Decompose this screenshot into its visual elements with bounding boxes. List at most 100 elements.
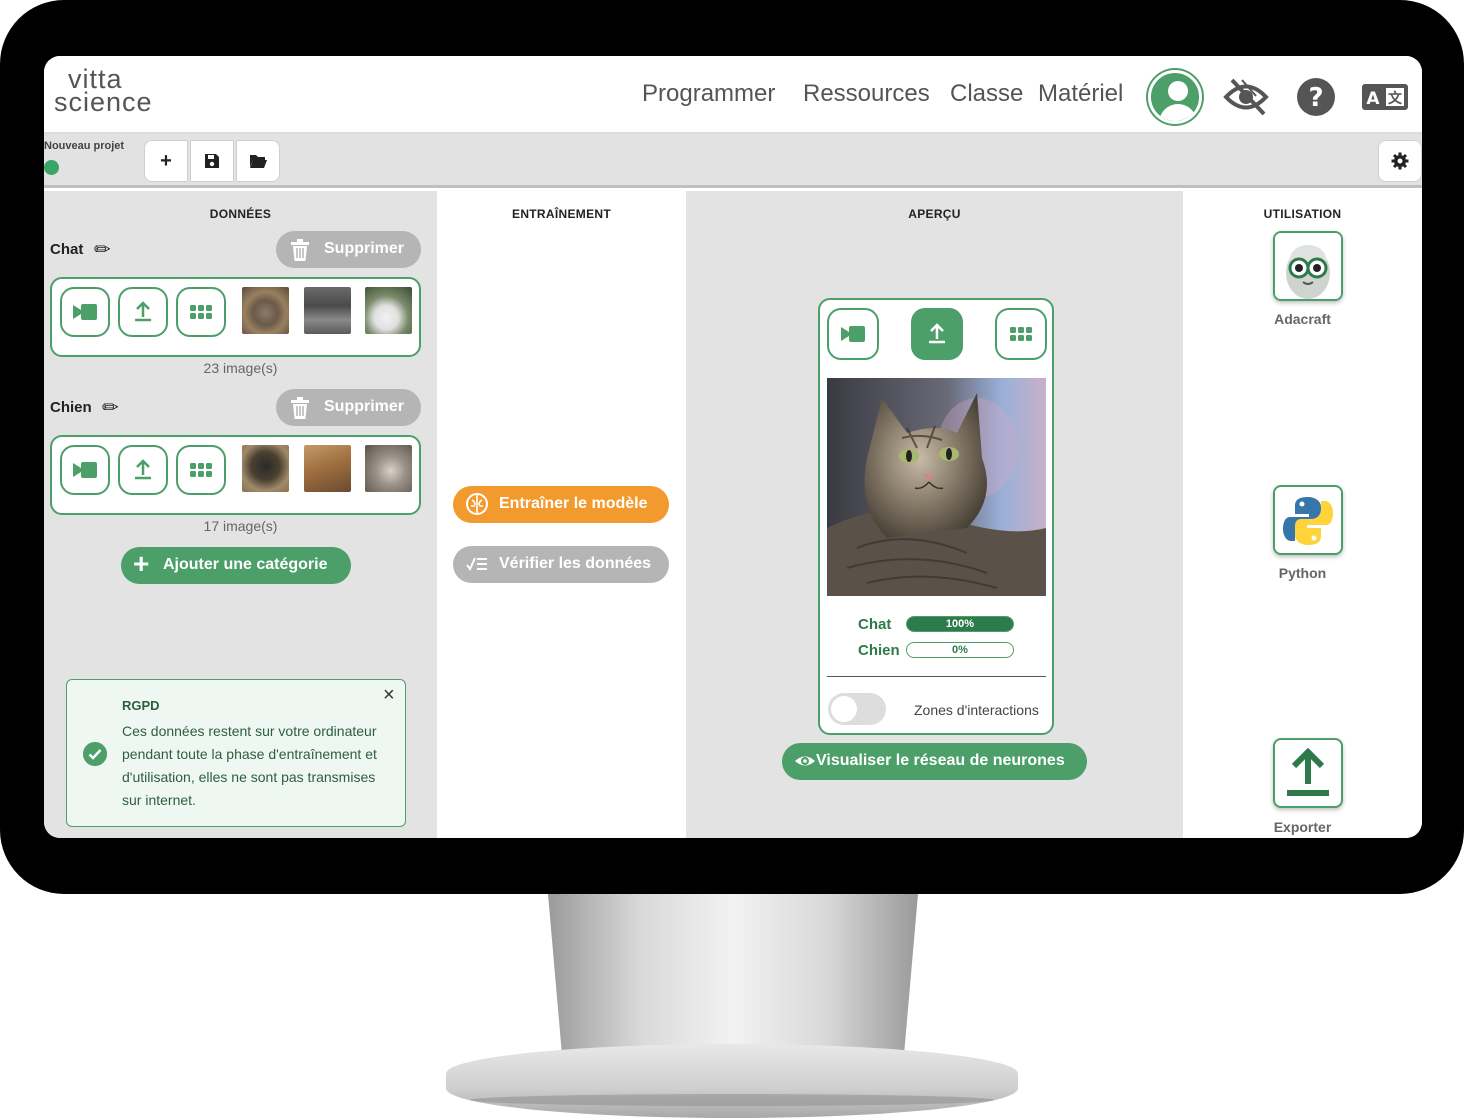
- divider: [827, 676, 1046, 677]
- close-icon[interactable]: ×: [383, 684, 395, 707]
- eye-icon: [795, 756, 815, 766]
- trash-icon: [291, 239, 309, 261]
- preview-gallery-button[interactable]: [995, 308, 1047, 360]
- webcam-icon: [73, 304, 97, 320]
- category-image-box: [50, 277, 421, 357]
- preview-card: Chat 100% Chien 0% Zones d'interactions: [818, 298, 1054, 735]
- preview-cat-image: [827, 378, 1046, 596]
- add-category-button[interactable]: + Ajouter une catégorie: [121, 547, 351, 584]
- vittascience-logo[interactable]: vitta science: [54, 66, 174, 124]
- category-image-box: [50, 435, 421, 515]
- monitor-stand-base: [446, 1044, 1018, 1118]
- interaction-zones-toggle[interactable]: [828, 693, 886, 725]
- settings-button[interactable]: [1378, 140, 1422, 182]
- cat-thumbnail[interactable]: [365, 287, 412, 334]
- train-model-label: Entraîner le modèle: [499, 495, 648, 512]
- translate-icon[interactable]: A 文: [1360, 76, 1408, 118]
- help-icon[interactable]: ?: [1292, 76, 1340, 118]
- edit-pencil-icon[interactable]: ✏: [94, 237, 111, 262]
- cat-thumbnail[interactable]: [242, 287, 289, 334]
- gallery-grid-button[interactable]: [176, 287, 226, 337]
- adacraft-button[interactable]: [1273, 231, 1343, 301]
- prediction-percent-chien: 0%: [952, 644, 968, 656]
- dog-thumbnail[interactable]: [304, 445, 351, 492]
- prediction-percent-chat: 100%: [945, 618, 975, 630]
- python-label: Python: [1278, 565, 1327, 581]
- project-toolbar: Nouveau projet +: [44, 134, 1422, 188]
- python-button[interactable]: [1273, 485, 1343, 555]
- grid-icon: [1010, 327, 1032, 341]
- dog-thumbnail[interactable]: [365, 445, 412, 492]
- adacraft-label: Adacraft: [1274, 311, 1331, 327]
- brain-icon: [466, 493, 488, 515]
- cat-thumbnail[interactable]: [304, 287, 351, 334]
- dog-thumbnail[interactable]: [242, 445, 289, 492]
- rgpd-text: Ces données restent sur votre ordinateur…: [122, 723, 377, 808]
- export-label: Exporter: [1273, 819, 1332, 835]
- svg-text:A: A: [1366, 89, 1380, 109]
- plus-icon: +: [133, 548, 150, 579]
- edit-pencil-icon[interactable]: ✏: [102, 395, 119, 420]
- verify-data-label: Vérifier les données: [499, 555, 652, 572]
- training-column: ENTRAÎNEMENT Entraîner le modèle Vérifie…: [437, 191, 686, 838]
- header: vitta science Programmer Ressources Clas…: [44, 56, 1422, 134]
- project-name[interactable]: Nouveau projet: [44, 140, 124, 152]
- upload-button[interactable]: [118, 287, 168, 337]
- trash-icon: [291, 397, 309, 419]
- usage-column: UTILISATION Adacraft Python Exporter: [1183, 191, 1422, 838]
- logo-line-2: science: [54, 87, 153, 117]
- user-avatar-icon[interactable]: [1148, 70, 1202, 124]
- gear-icon: [1391, 152, 1409, 170]
- rgpd-notice: RGPD Ces données restent sur votre ordin…: [66, 679, 406, 827]
- new-project-button[interactable]: +: [144, 140, 188, 182]
- monitor-base-shadow: [470, 1094, 994, 1106]
- preview-upload-button[interactable]: [911, 308, 963, 360]
- upload-icon: [135, 301, 151, 322]
- grid-icon: [190, 463, 212, 477]
- upload-button[interactable]: [118, 445, 168, 495]
- preview-webcam-button[interactable]: [827, 308, 879, 360]
- interaction-zones-label: Zones d'interactions: [914, 702, 1039, 718]
- python-icon: [1283, 497, 1333, 545]
- save-icon: [205, 154, 219, 168]
- nav-ressources[interactable]: Ressources: [803, 80, 930, 108]
- training-column-title: ENTRAÎNEMENT: [512, 207, 611, 221]
- monitor-stand-neck: [548, 894, 918, 1064]
- image-count: 17 image(s): [203, 518, 278, 534]
- prediction-bar-chien: 0%: [906, 642, 1014, 658]
- train-model-button[interactable]: Entraîner le modèle: [453, 486, 669, 523]
- upload-icon: [929, 323, 945, 344]
- data-column: DONNÉES Chat ✏ Supprimer 23 image(s) Chi…: [44, 191, 437, 838]
- nav-programmer[interactable]: Programmer: [642, 80, 775, 108]
- data-column-title: DONNÉES: [209, 207, 272, 221]
- webcam-button[interactable]: [60, 287, 110, 337]
- check-list-icon: [466, 557, 487, 571]
- verify-data-button[interactable]: Vérifier les données: [453, 546, 669, 583]
- nav-materiel[interactable]: Matériel: [1038, 80, 1123, 108]
- preview-column: APERÇU Chat 100% Chien 0% Zones d'intera…: [686, 191, 1183, 838]
- svg-text:?: ?: [1308, 83, 1323, 113]
- gallery-grid-button[interactable]: [176, 445, 226, 495]
- visualize-network-button[interactable]: Visualiser le réseau de neurones: [782, 743, 1087, 780]
- preview-column-title: APERÇU: [908, 207, 961, 221]
- app-screen: vitta science Programmer Ressources Clas…: [44, 56, 1422, 838]
- delete-label: Supprimer: [324, 240, 405, 257]
- rgpd-title: RGPD: [122, 698, 160, 713]
- delete-category-button[interactable]: Supprimer: [276, 231, 421, 268]
- svg-text:文: 文: [1388, 90, 1403, 107]
- usage-column-title: UTILISATION: [1263, 207, 1342, 221]
- upload-icon: [135, 459, 151, 480]
- delete-label: Supprimer: [324, 398, 405, 415]
- check-circle-icon: [83, 742, 107, 766]
- webcam-icon: [73, 462, 97, 478]
- open-folder-button[interactable]: [236, 140, 280, 182]
- save-button[interactable]: [190, 140, 234, 182]
- delete-category-button[interactable]: Supprimer: [276, 389, 421, 426]
- folder-open-icon: [250, 155, 267, 168]
- grid-icon: [190, 305, 212, 319]
- add-category-label: Ajouter une catégorie: [163, 556, 328, 573]
- accessibility-eye-slash-icon[interactable]: [1222, 76, 1270, 118]
- nav-classe[interactable]: Classe: [950, 80, 1023, 108]
- export-button[interactable]: [1273, 738, 1343, 808]
- webcam-button[interactable]: [60, 445, 110, 495]
